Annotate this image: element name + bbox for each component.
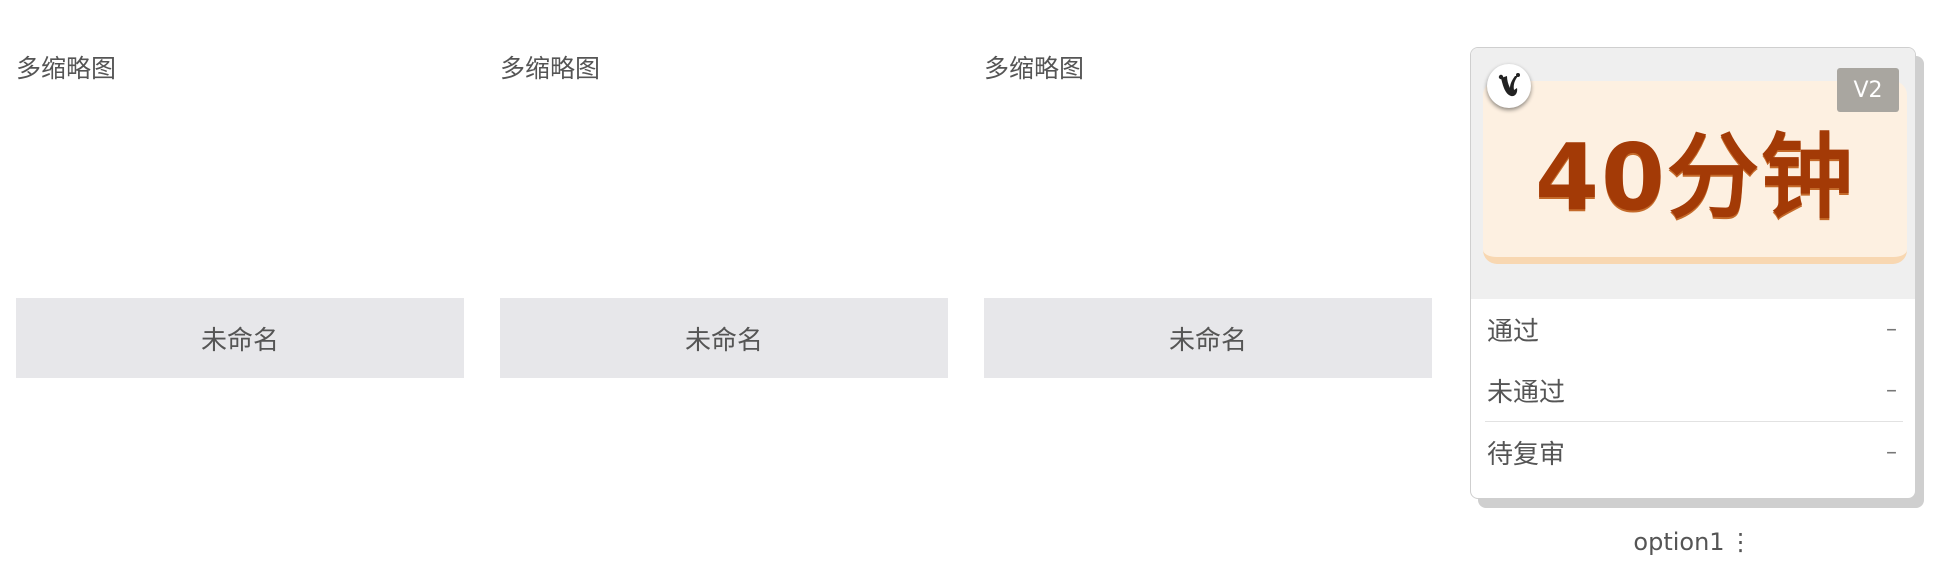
thumbnail-name-button[interactable]: 未命名 [500, 298, 948, 378]
status-value: – [1886, 439, 1897, 465]
thumbnail-name-button[interactable]: 未命名 [984, 298, 1432, 378]
thumbnail-column: 多缩略图 未命名 [484, 0, 948, 380]
avatar[interactable] [1487, 64, 1531, 108]
more-vertical-icon[interactable]: ⋮ [1729, 528, 1753, 556]
thumbnail-column: 多缩略图 未命名 [968, 0, 1432, 380]
creative-review-card[interactable]: 40分钟 V2 通过 – 未通过 – 待复审 – [1470, 47, 1916, 499]
creative-preview[interactable]: 40分钟 V2 [1471, 48, 1915, 299]
promo-banner-text: 40分钟 [1534, 123, 1856, 231]
card-option-label: option1 ⋮ [1470, 528, 1916, 556]
status-row-passed: 通过 – [1471, 299, 1915, 360]
status-label: 未通过 [1487, 378, 1566, 408]
review-status-list: 通过 – 未通过 – 待复审 – [1471, 299, 1915, 482]
status-value: – [1886, 378, 1897, 403]
status-row-failed: 未通过 – [1471, 360, 1915, 421]
thumbnail-title: 多缩略图 [500, 54, 601, 83]
thumbnail-title: 多缩略图 [16, 54, 117, 83]
status-label: 通过 [1487, 317, 1540, 347]
status-value: – [1886, 317, 1897, 342]
thumbnail-title: 多缩略图 [984, 54, 1085, 83]
thumbnail-name-button[interactable]: 未命名 [16, 298, 464, 378]
status-label: 待复审 [1487, 439, 1566, 470]
version-badge: V2 [1837, 68, 1899, 112]
thumbnail-column: 多缩略图 未命名 [0, 0, 464, 380]
status-row-pending-review: 待复审 – [1485, 421, 1903, 482]
avatar-glyph-icon [1489, 66, 1529, 106]
option-name: option1 [1633, 528, 1725, 556]
